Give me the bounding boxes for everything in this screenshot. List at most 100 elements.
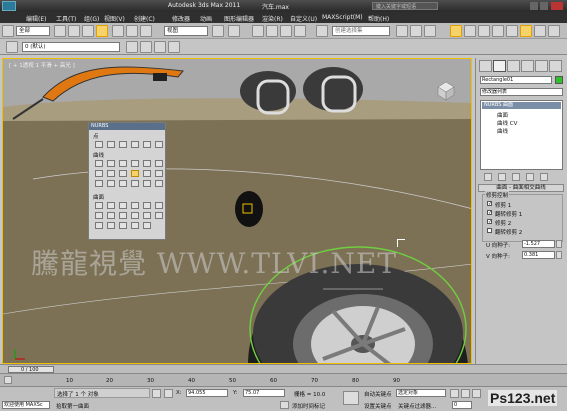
lathe-surface-icon[interactable]	[107, 212, 115, 219]
point-curve-icon[interactable]	[107, 160, 115, 167]
stack-item-root[interactable]: NURBS 曲面	[482, 102, 561, 109]
mirror-curve-icon[interactable]	[95, 170, 103, 177]
set-key-label[interactable]: 设置关键点	[364, 402, 392, 410]
transform-surface-icon[interactable]	[119, 202, 127, 209]
set-key-icon[interactable]	[343, 391, 359, 405]
menu-create[interactable]: 创建(C)	[134, 14, 155, 23]
menu-customize[interactable]: 自定义(U)	[290, 14, 317, 23]
extrude-surface-icon[interactable]	[95, 212, 103, 219]
cv-curve-on-surface-icon[interactable]	[119, 180, 127, 187]
perspective-viewport[interactable]: [ + 1透视 1 平滑 + 高光 ] 騰龍視覺 WWW.TLVI.NET	[2, 58, 472, 364]
cv-curve-icon[interactable]	[95, 160, 103, 167]
chamfer-curve-icon[interactable]	[107, 170, 115, 177]
layer-manager-icon[interactable]	[410, 25, 422, 37]
display-tab-icon[interactable]	[535, 60, 548, 72]
stack-item-surface[interactable]: 曲面	[497, 111, 508, 119]
percent-snap-icon[interactable]	[280, 25, 292, 37]
key-filter-dropdown[interactable]: 选定对象	[396, 389, 446, 397]
v-seed-input[interactable]: 0.381	[522, 251, 555, 259]
render-production-icon[interactable]	[506, 25, 518, 37]
rotate-icon[interactable]	[126, 25, 138, 37]
selection-filter-dropdown[interactable]: 全部	[16, 26, 50, 36]
auto-key-label[interactable]: 自动关键点	[364, 390, 392, 398]
menu-graph-editors[interactable]: 图形编辑器	[224, 14, 254, 23]
mirror-icon[interactable]	[228, 25, 240, 37]
cv-surface-icon[interactable]	[95, 202, 103, 209]
stack-item-curve-cv[interactable]: 曲线 CV	[497, 119, 517, 127]
u-seed-input[interactable]: -1.527	[522, 240, 555, 248]
curve-editor-icon[interactable]	[424, 25, 436, 37]
menu-tools[interactable]: 工具(T)	[56, 14, 76, 23]
render-teapot-icon[interactable]	[548, 25, 560, 37]
snap-icon[interactable]	[252, 25, 264, 37]
point-surface-icon[interactable]	[107, 202, 115, 209]
mirror-surface-icon[interactable]	[155, 202, 163, 209]
minimize-button[interactable]	[530, 2, 538, 10]
hierarchy-tab-icon[interactable]	[507, 60, 520, 72]
offset-curve-icon[interactable]	[155, 160, 163, 167]
u-seed-spinner[interactable]	[556, 240, 562, 248]
trim2-checkbox[interactable]: ✓	[487, 219, 492, 225]
material-editor-icon[interactable]	[464, 25, 476, 37]
track-bar[interactable]: 10 20 30 40 50 60 70 80 90	[0, 373, 567, 386]
render-iterative-icon[interactable]	[520, 25, 532, 37]
nurbs-toolbox-title[interactable]: NURBS	[89, 123, 165, 130]
add-time-tag[interactable]: 添加时间标记	[292, 402, 325, 410]
surface-edge-curve-icon[interactable]	[155, 180, 163, 187]
blend-curve-icon[interactable]	[143, 160, 151, 167]
add-to-layer-icon[interactable]	[140, 41, 152, 53]
curve-point-icon[interactable]	[119, 141, 127, 148]
nurbs-toolbox[interactable]: NURBS 点 曲线 曲面	[88, 122, 166, 240]
v-seed-spinner[interactable]	[556, 251, 562, 259]
fit-curve-icon[interactable]	[119, 160, 127, 167]
window-crossing-icon[interactable]	[96, 25, 108, 37]
transform-curve-icon[interactable]	[131, 160, 139, 167]
layer-icon[interactable]	[6, 41, 18, 53]
go-to-start-icon[interactable]	[450, 389, 459, 398]
undo-icon[interactable]	[2, 25, 14, 37]
schematic-view-icon[interactable]	[450, 25, 462, 37]
close-button[interactable]	[551, 2, 563, 10]
offset-surface-icon[interactable]	[143, 202, 151, 209]
select-object-icon[interactable]	[54, 25, 66, 37]
offset-point-icon[interactable]	[107, 141, 115, 148]
motion-tab-icon[interactable]	[521, 60, 534, 72]
layer-dropdown[interactable]: 0 (默认)	[22, 42, 120, 52]
flip-trim1-checkbox[interactable]: ✓	[487, 210, 492, 216]
current-frame-field[interactable]: 0	[452, 401, 472, 409]
modifier-list-dropdown[interactable]: 修改器列表	[480, 88, 563, 96]
configure-sets-icon[interactable]	[540, 173, 548, 181]
pin-stack-icon[interactable]	[484, 173, 492, 181]
one-rail-sweep-icon[interactable]	[95, 222, 103, 229]
menu-edit[interactable]: 编辑(E)	[26, 14, 46, 23]
scale-icon[interactable]	[140, 25, 152, 37]
menu-animation[interactable]: 动画	[200, 14, 212, 23]
u-iso-curve-icon[interactable]	[143, 170, 151, 177]
pivot-icon[interactable]	[212, 25, 224, 37]
menu-rendering[interactable]: 渲染(R)	[262, 14, 283, 23]
menu-group[interactable]: 组(G)	[84, 14, 99, 23]
utilities-tab-icon[interactable]	[549, 60, 562, 72]
point-curve-on-surface-icon[interactable]	[131, 180, 139, 187]
object-name-field[interactable]: Rectangle01	[480, 76, 552, 84]
curve-curve-point-icon[interactable]	[131, 141, 139, 148]
make-unique-icon[interactable]	[512, 173, 520, 181]
render-setup-icon[interactable]	[478, 25, 490, 37]
viewport-label[interactable]: [ + 1透视 1 平滑 + 高光 ]	[9, 61, 75, 69]
create-layer-icon[interactable]	[126, 41, 138, 53]
trim1-checkbox[interactable]: ✓	[487, 201, 492, 207]
multicurve-trim-icon[interactable]	[131, 222, 139, 229]
time-tag-icon[interactable]	[280, 401, 289, 409]
menu-help[interactable]: 帮助(H)	[368, 14, 389, 23]
go-to-end-icon[interactable]	[472, 389, 481, 398]
multisided-blend-icon[interactable]	[119, 222, 127, 229]
move-icon[interactable]	[112, 25, 124, 37]
track-bar-icon[interactable]	[4, 376, 12, 384]
fillet-curve-icon[interactable]	[119, 170, 127, 177]
maximize-button[interactable]	[540, 2, 548, 10]
edit-named-sets-icon[interactable]	[316, 25, 328, 37]
normal-projected-curve-icon[interactable]	[95, 180, 103, 187]
stack-item-curve[interactable]: 曲线	[497, 127, 508, 135]
lock-selection-icon[interactable]	[152, 389, 161, 398]
u-loft-surface-icon[interactable]	[143, 212, 151, 219]
